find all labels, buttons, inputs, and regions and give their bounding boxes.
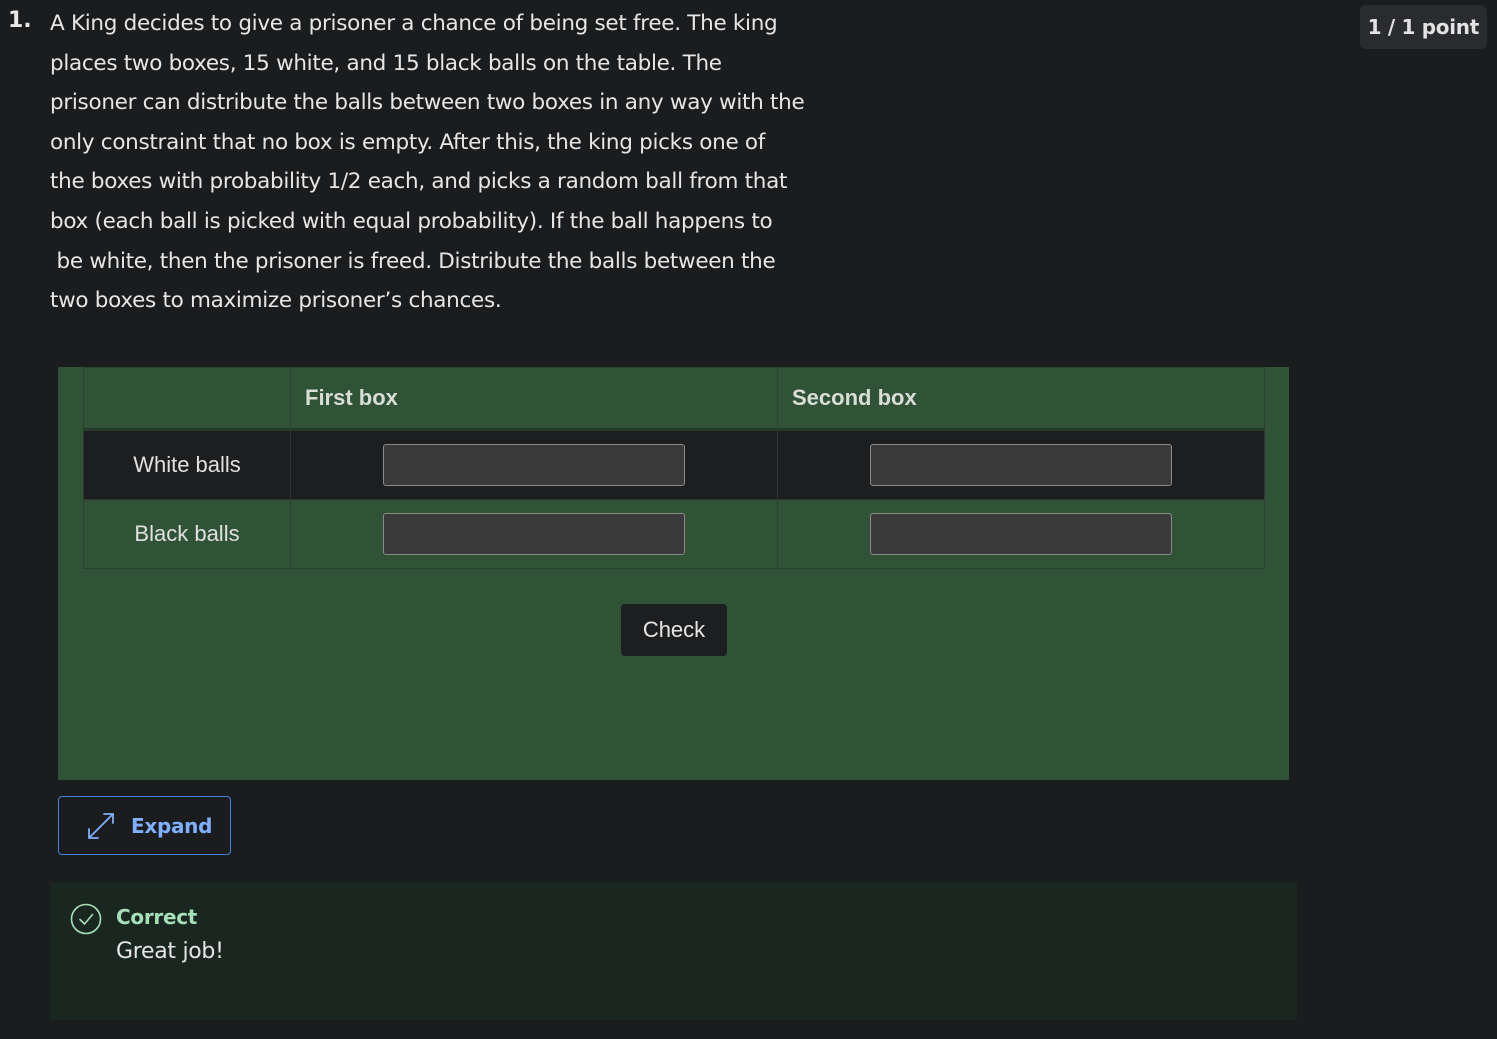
- feedback-status: Correct: [116, 905, 198, 929]
- question-line: only constraint that no box is empty. Af…: [50, 129, 766, 155]
- question-line: be white, then the prisoner is freed. Di…: [50, 248, 776, 274]
- cell-first-black: [290, 499, 778, 569]
- cell-second-white: [777, 429, 1265, 500]
- row-label-black-balls: Black balls: [83, 499, 291, 569]
- header-first-box: First box: [290, 367, 778, 431]
- expand-label: Expand: [131, 813, 213, 838]
- check-circle-icon: [70, 903, 102, 935]
- second-box-white-input[interactable]: [870, 444, 1172, 486]
- feedback-panel: Correct Great job!: [50, 882, 1297, 1020]
- table-row: Black balls: [83, 499, 1265, 569]
- question-line: prisoner can distribute the balls betwee…: [50, 90, 805, 116]
- question-line: the boxes with probability 1/2 each, and…: [50, 169, 788, 195]
- points-badge: 1 / 1 point: [1359, 5, 1487, 49]
- table-row: White balls: [83, 429, 1265, 500]
- first-box-black-input[interactable]: [383, 513, 685, 555]
- question-text: A King decides to give a prisoner a chan…: [50, 4, 850, 321]
- feedback-message: Great job!: [116, 939, 224, 964]
- check-button[interactable]: Check: [621, 604, 727, 656]
- expand-arrows-icon: [88, 812, 114, 839]
- table-header-row: First box Second box: [83, 367, 1265, 431]
- expand-button[interactable]: Expand: [58, 796, 231, 855]
- cell-second-black: [777, 499, 1265, 569]
- row-label-white-balls: White balls: [83, 429, 291, 500]
- question-line: places two boxes, 15 white, and 15 black…: [50, 50, 722, 76]
- header-blank: [83, 367, 291, 431]
- exercise-widget: First box Second box White balls Black b…: [58, 367, 1289, 780]
- distribution-table: First box Second box White balls Black b…: [83, 367, 1265, 569]
- question-line: two boxes to maximize prisoner’s chances…: [50, 288, 502, 314]
- question-line: box (each ball is picked with equal prob…: [50, 208, 773, 234]
- first-box-white-input[interactable]: [383, 444, 685, 486]
- question-line: A King decides to give a prisoner a chan…: [50, 11, 778, 36]
- question-number: 1.: [8, 8, 32, 33]
- header-second-box: Second box: [777, 367, 1265, 431]
- cell-first-white: [290, 429, 778, 500]
- second-box-black-input[interactable]: [870, 513, 1172, 555]
